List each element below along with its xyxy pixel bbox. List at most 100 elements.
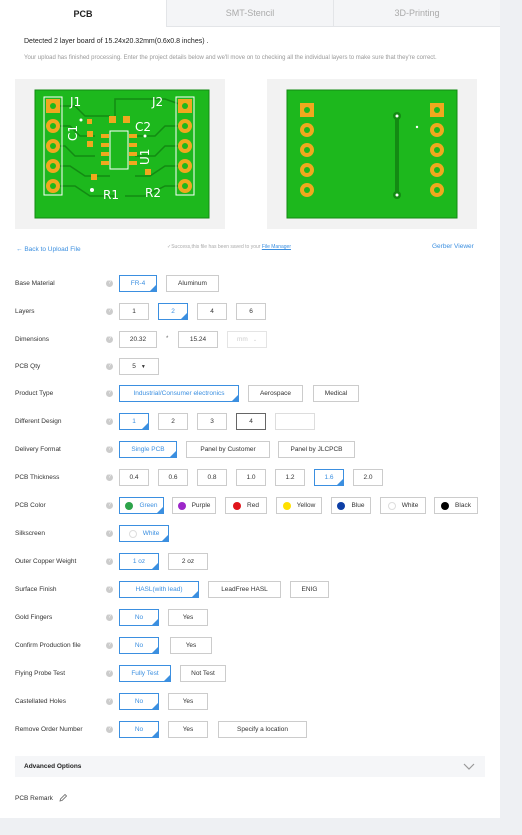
option-aerospace[interactable]: Aerospace — [248, 385, 303, 402]
help-icon[interactable]: ? — [106, 726, 113, 733]
help-icon[interactable]: ? — [106, 642, 113, 649]
help-icon[interactable]: ? — [106, 698, 113, 705]
option-design-3[interactable]: 3 — [197, 413, 227, 430]
design-custom-input[interactable] — [275, 413, 315, 430]
pcb-top-image: J1 J2 C2 R1 R2 C1 U1 — [15, 79, 225, 229]
option-hasl-with-lead[interactable]: HASL(with lead) — [119, 581, 199, 598]
help-icon[interactable]: ? — [106, 418, 113, 425]
option-thickness-1-2[interactable]: 1.2 — [275, 469, 305, 486]
file-manager-link[interactable]: File Manager — [262, 244, 291, 250]
chevron-down-icon — [463, 763, 475, 770]
success-message: ✓Success,this file has been saved to you… — [167, 244, 291, 250]
upload-message: Your upload has finished processing. Ent… — [24, 55, 437, 61]
pcb-qty-select[interactable]: 5 ▼ — [119, 358, 159, 375]
dimension-unit-select[interactable]: mm ⌄ — [227, 331, 267, 348]
option-color-black[interactable]: Black — [434, 497, 478, 514]
option-color-purple[interactable]: Purple — [172, 497, 216, 514]
option-fully-test[interactable]: Fully Test — [119, 665, 171, 682]
help-icon[interactable]: ? — [106, 336, 113, 343]
option-layers-2[interactable]: 2 — [158, 303, 188, 320]
option-panel-by-jlcpcb[interactable]: Panel by JLCPCB — [278, 441, 355, 458]
gerber-viewer-link[interactable]: Gerber Viewer — [432, 243, 474, 250]
option-design-2[interactable]: 2 — [158, 413, 188, 430]
option-gold-fingers-yes[interactable]: Yes — [168, 609, 208, 626]
option-design-4[interactable]: 4 — [236, 413, 266, 430]
help-icon[interactable]: ? — [106, 614, 113, 621]
pcb-remark-label: PCB Remark — [15, 795, 53, 802]
color-yellow-label: Yellow — [296, 502, 316, 509]
option-medical[interactable]: Medical — [313, 385, 359, 402]
chevron-down-icon: ⌄ — [252, 336, 258, 343]
option-thickness-2-0[interactable]: 2.0 — [353, 469, 383, 486]
help-icon[interactable]: ? — [106, 670, 113, 677]
row-remove-order-number: Remove Order Number ? No Yes Specify a l… — [0, 720, 500, 740]
color-red-label: Red — [247, 502, 259, 509]
option-copper-1oz[interactable]: 1 oz — [119, 553, 159, 570]
option-not-test[interactable]: Not Test — [180, 665, 226, 682]
option-remove-order-yes[interactable]: Yes — [168, 721, 208, 738]
row-castellated-holes: Castellated Holes ? No Yes — [0, 692, 500, 712]
option-gold-fingers-no[interactable]: No — [119, 609, 159, 626]
option-color-yellow[interactable]: Yellow — [276, 497, 322, 514]
option-design-1[interactable]: 1 — [119, 413, 149, 430]
option-thickness-0-4[interactable]: 0.4 — [119, 469, 149, 486]
help-icon[interactable]: ? — [106, 502, 113, 509]
white-swatch-icon — [387, 501, 396, 510]
dimension-width-input[interactable]: 20.32 — [119, 331, 157, 348]
gold-fingers-label: Gold Fingers — [15, 614, 53, 621]
option-industrial-consumer[interactable]: Industrial/Consumer electronics — [119, 385, 239, 402]
help-icon[interactable]: ? — [106, 308, 113, 315]
option-color-red[interactable]: Red — [225, 497, 267, 514]
advanced-options-toggle[interactable]: Advanced Options — [15, 756, 485, 777]
remove-order-number-label: Remove Order Number — [15, 726, 83, 733]
dimension-height-input[interactable]: 15.24 — [178, 331, 218, 348]
option-layers-6[interactable]: 6 — [236, 303, 266, 320]
layers-label: Layers — [15, 308, 35, 315]
option-panel-by-customer[interactable]: Panel by Customer — [186, 441, 270, 458]
row-delivery-format: Delivery Format ? Single PCB Panel by Cu… — [0, 440, 500, 460]
option-thickness-1-6[interactable]: 1.6 — [314, 469, 344, 486]
pencil-icon[interactable] — [59, 794, 67, 802]
option-thickness-0-8[interactable]: 0.8 — [197, 469, 227, 486]
option-thickness-0-6[interactable]: 0.6 — [158, 469, 188, 486]
tab-pcb[interactable]: PCB — [0, 0, 166, 27]
back-to-upload-link[interactable]: ← Back to Upload File — [16, 246, 81, 253]
tab-smt-stencil[interactable]: SMT-Stencil — [166, 0, 333, 27]
option-copper-2oz[interactable]: 2 oz — [168, 553, 208, 570]
option-specify-location[interactable]: Specify a location — [218, 721, 307, 738]
option-confirm-yes[interactable]: Yes — [170, 637, 212, 654]
pcb-color-label: PCB Color — [15, 502, 46, 509]
option-leadfree-hasl[interactable]: LeadFree HASL — [208, 581, 281, 598]
help-icon[interactable]: ? — [106, 363, 113, 370]
silk-label-j1: J1 — [69, 95, 81, 109]
option-castellated-no[interactable]: No — [119, 693, 159, 710]
help-icon[interactable]: ? — [106, 390, 113, 397]
option-color-white[interactable]: White — [380, 497, 426, 514]
product-type-label: Product Type — [15, 390, 54, 397]
help-icon[interactable]: ? — [106, 474, 113, 481]
option-layers-4[interactable]: 4 — [197, 303, 227, 320]
help-icon[interactable]: ? — [106, 558, 113, 565]
option-single-pcb[interactable]: Single PCB — [119, 441, 177, 458]
option-silkscreen-white[interactable]: White — [119, 525, 169, 542]
delivery-format-label: Delivery Format — [15, 446, 61, 453]
base-material-label: Base Material — [15, 280, 55, 287]
option-layers-1[interactable]: 1 — [119, 303, 149, 320]
help-icon[interactable]: ? — [106, 530, 113, 537]
option-confirm-no[interactable]: No — [119, 637, 159, 654]
tab-3d-printing[interactable]: 3D-Printing — [333, 0, 500, 27]
color-black-label: Black — [455, 502, 471, 509]
option-color-green[interactable]: Green — [119, 497, 164, 514]
option-aluminum[interactable]: Aluminum — [166, 275, 219, 292]
option-remove-order-no[interactable]: No — [119, 721, 159, 738]
help-icon[interactable]: ? — [106, 446, 113, 453]
option-fr4[interactable]: FR-4 — [119, 275, 157, 292]
option-enig[interactable]: ENIG — [290, 581, 329, 598]
help-icon[interactable]: ? — [106, 586, 113, 593]
color-blue-label: Blue — [351, 502, 365, 509]
help-icon[interactable]: ? — [106, 280, 113, 287]
option-thickness-1-0[interactable]: 1.0 — [236, 469, 266, 486]
option-color-blue[interactable]: Blue — [331, 497, 371, 514]
row-pcb-qty: PCB Qty ? 5 ▼ — [0, 357, 500, 377]
option-castellated-yes[interactable]: Yes — [168, 693, 208, 710]
